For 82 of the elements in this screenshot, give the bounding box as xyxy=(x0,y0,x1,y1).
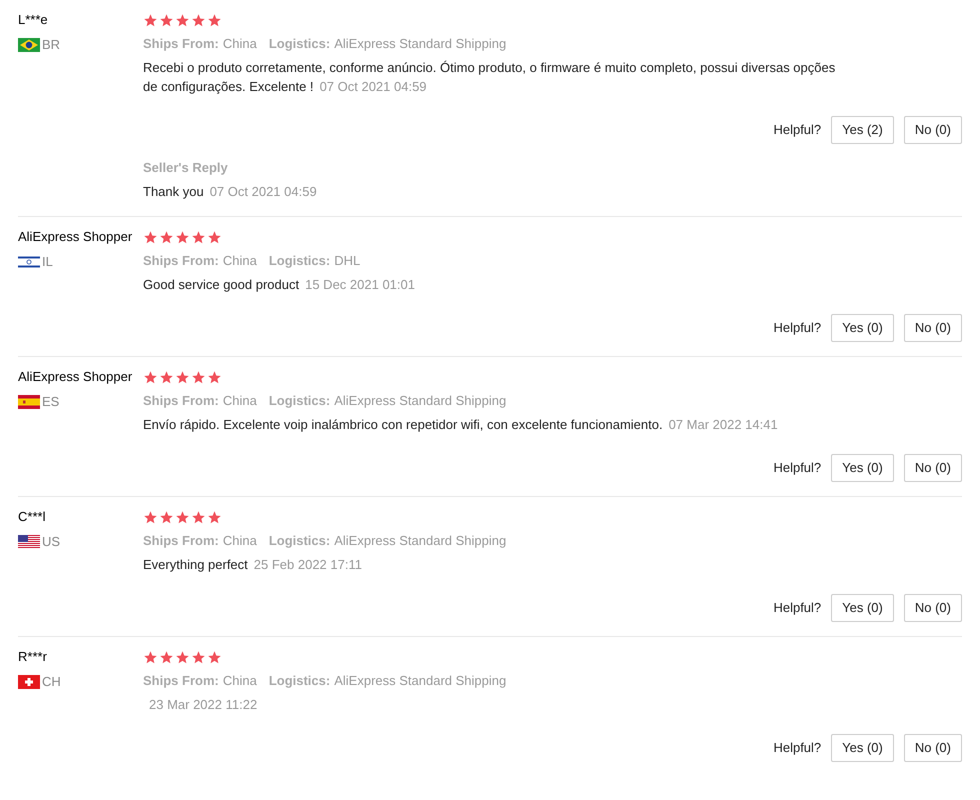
helpful-label: Helpful? xyxy=(773,121,822,140)
flag-icon xyxy=(18,38,40,52)
ships-from-value: China xyxy=(222,35,257,53)
reviewer-name: AliExpress Shopper xyxy=(18,228,134,246)
logistics-label: Logistics: xyxy=(268,35,330,53)
ships-from-value: China xyxy=(222,392,257,410)
reviewer-name: L***e xyxy=(18,11,49,29)
logistics-label: Logistics: xyxy=(268,252,330,270)
country-code: CH xyxy=(42,673,61,691)
ships-from-value: China xyxy=(222,252,257,270)
review-text: 23 Mar 2022 11:22 xyxy=(148,696,258,714)
star-icon xyxy=(191,510,206,524)
star-icon xyxy=(159,650,174,664)
yes-vote-button[interactable]: Yes (0) xyxy=(831,734,894,762)
country-code: IL xyxy=(42,253,53,271)
logistics-value: AliExpress Standard Shipping xyxy=(334,392,506,410)
star-icon xyxy=(191,650,206,664)
helpful-label: Helpful? xyxy=(773,459,822,478)
star-icon xyxy=(207,510,222,524)
reviewer-name: C***l xyxy=(18,508,46,526)
no-vote-button[interactable]: No (0) xyxy=(904,454,962,482)
star-icon xyxy=(143,370,158,384)
ships-from-value: China xyxy=(222,672,257,690)
logistics-value: AliExpress Standard Shipping xyxy=(334,672,506,690)
flag-icon xyxy=(18,395,40,409)
country-code: ES xyxy=(42,393,60,411)
ships-from-label: Ships From: xyxy=(143,252,219,270)
review-text: Everything perfect 25 Feb 2022 17:11 xyxy=(143,556,363,574)
no-vote-button[interactable]: No (0) xyxy=(904,594,962,622)
yes-vote-button[interactable]: Yes (2) xyxy=(831,116,894,144)
star-icon xyxy=(143,650,158,664)
seller-reply-text: Thank you 07 Oct 2021 04:59 xyxy=(143,183,318,201)
star-icon xyxy=(143,230,158,244)
star-icon xyxy=(191,230,206,244)
country-code: BR xyxy=(42,36,60,54)
star-icon xyxy=(175,370,190,384)
star-icon xyxy=(175,510,190,524)
logistics-value: AliExpress Standard Shipping xyxy=(334,532,506,550)
flag-icon xyxy=(18,255,40,269)
no-vote-button[interactable]: No (0) xyxy=(904,116,962,144)
star-icon xyxy=(159,370,174,384)
yes-vote-button[interactable]: Yes (0) xyxy=(831,314,894,342)
logistics-value: DHL xyxy=(334,252,360,270)
no-vote-button[interactable]: No (0) xyxy=(904,314,962,342)
country-code: US xyxy=(42,533,60,551)
star-icon xyxy=(207,370,222,384)
reviewer-name: R***r xyxy=(18,648,48,666)
star-icon xyxy=(175,230,190,244)
logistics-value: AliExpress Standard Shipping xyxy=(334,35,506,53)
star-icon xyxy=(175,650,190,664)
star-icon xyxy=(191,370,206,384)
star-icon xyxy=(159,510,174,524)
no-vote-button[interactable]: No (0) xyxy=(904,734,962,762)
star-icon xyxy=(143,12,158,28)
star-icon xyxy=(159,12,174,28)
helpful-label: Helpful? xyxy=(773,599,822,618)
helpful-label: Helpful? xyxy=(773,739,822,758)
ships-from-label: Ships From: xyxy=(143,532,219,550)
review-text: Recebi o produto corretamente, conforme anúncio. Ótimo produto, o firmware é muito completo, possui diversas opções de configurações. Excelente ! 07 Oct 2021 04:59 xyxy=(143,59,836,96)
logistics-label: Logistics: xyxy=(268,392,330,410)
review-text: Good service good product 15 Dec 2021 01:01 xyxy=(143,276,416,294)
ships-from-value: China xyxy=(222,532,257,550)
flag-icon xyxy=(18,535,40,549)
star-icon xyxy=(159,230,174,244)
yes-vote-button[interactable]: Yes (0) xyxy=(831,594,894,622)
logistics-label: Logistics: xyxy=(268,532,330,550)
ships-from-label: Ships From: xyxy=(143,392,219,410)
star-icon xyxy=(207,12,222,28)
flag-icon xyxy=(18,675,40,689)
star-icon xyxy=(143,510,158,524)
logistics-label: Logistics: xyxy=(268,672,330,690)
review-text: Envío rápido. Excelente voip inalámbrico con repetidor wifi, con excelente funcionamiento. 07 Mar 2022 14:41 xyxy=(143,416,779,434)
yes-vote-button[interactable]: Yes (0) xyxy=(831,454,894,482)
star-icon xyxy=(207,650,222,664)
helpful-label: Helpful? xyxy=(773,319,822,338)
star-icon xyxy=(175,12,190,28)
ships-from-label: Ships From: xyxy=(143,672,219,690)
star-icon xyxy=(191,12,206,28)
seller-reply-label: Seller's Reply xyxy=(143,159,229,177)
reviewer-name: AliExpress Shopper xyxy=(18,368,134,386)
star-icon xyxy=(207,230,222,244)
ships-from-label: Ships From: xyxy=(143,35,219,53)
